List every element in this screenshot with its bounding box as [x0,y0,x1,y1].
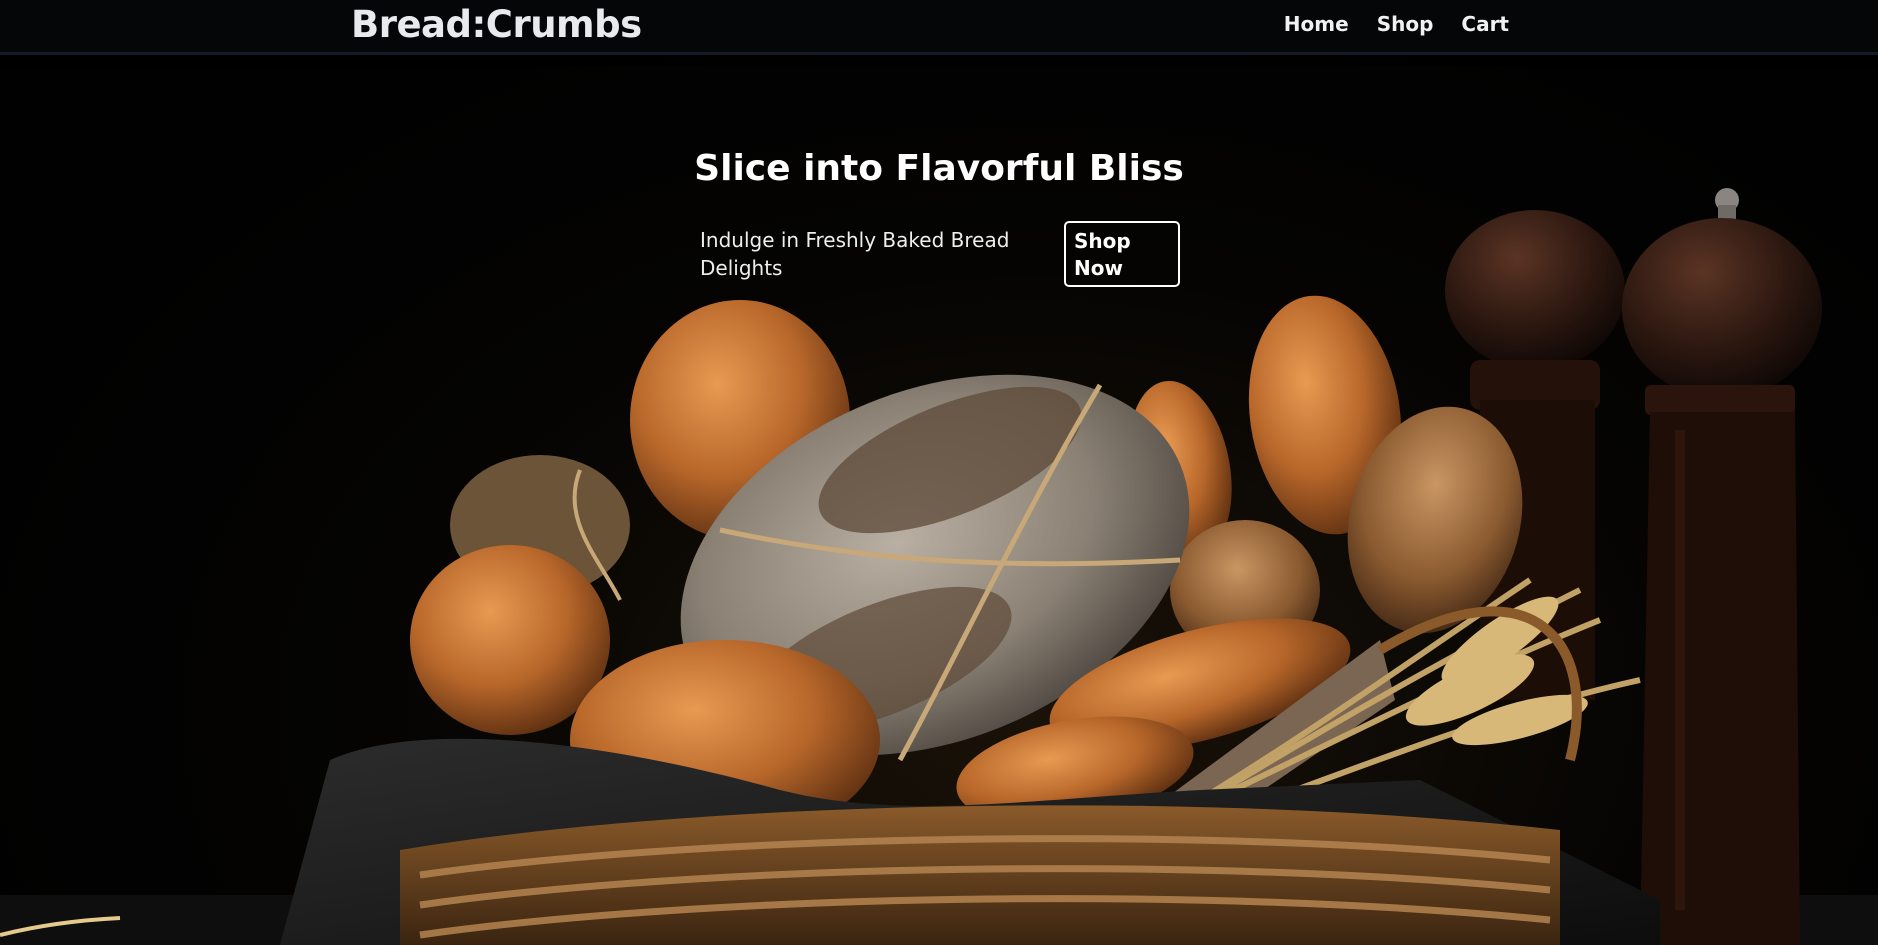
nav-shop-link[interactable]: Shop [1377,10,1434,38]
nav-links: Home Shop Cart [1284,10,1509,38]
nav-home-link[interactable]: Home [1284,10,1349,38]
brand-logo-link[interactable]: Bread:Crumbs [351,2,642,48]
navbar: Bread:Crumbs Home Shop Cart [0,0,1878,55]
hero-title: Slice into Flavorful Bliss [694,148,1184,189]
hero-background-image [0,188,1878,945]
nav-cart-link[interactable]: Cart [1461,10,1509,38]
shop-now-button[interactable]: Shop Now [1064,221,1180,287]
pepper-mill-right [1622,188,1822,945]
page: Bread:Crumbs Home Shop Cart Slice into F… [0,0,1878,945]
hero-subtitle: Indulge in Freshly Baked Bread Delights [700,228,1010,280]
